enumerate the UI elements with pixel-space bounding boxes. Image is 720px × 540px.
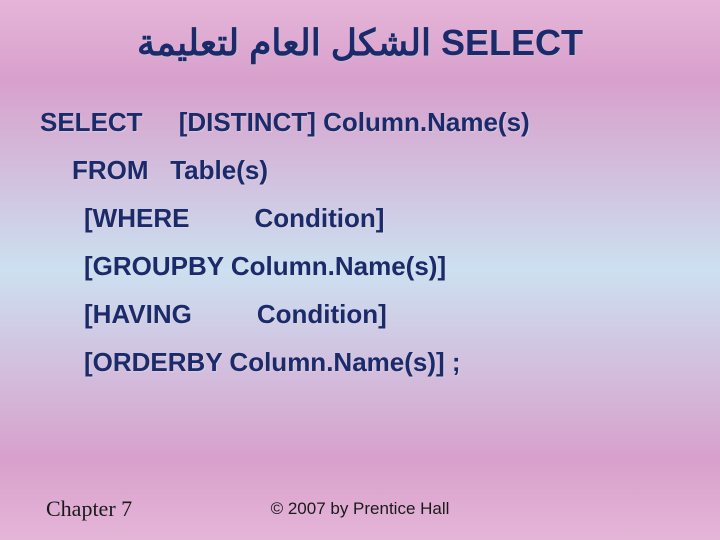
- having-condition: Condition]: [257, 299, 387, 329]
- chapter-label: Chapter 7: [46, 496, 132, 522]
- where-condition: Condition]: [254, 203, 384, 233]
- kw-where: [WHERE: [84, 203, 189, 233]
- title-keyword: SELECT: [441, 22, 583, 63]
- row-select: SELECT [DISTINCT] Column.Name(s): [40, 98, 680, 146]
- footer: Chapter 7 © 2007 by Prentice Hall: [0, 496, 720, 522]
- row-where: [WHERE Condition]: [40, 194, 680, 242]
- kw-having: [HAVING: [84, 299, 192, 329]
- row-orderby: [ORDERBY Column.Name(s)] ;: [40, 338, 680, 386]
- orderby-text: [ORDERBY Column.Name(s)] ;: [84, 347, 461, 377]
- slide-title: الشكل العام لتعليمة SELECT: [0, 0, 720, 64]
- groupby-text: [GROUPBY Column.Name(s)]: [84, 251, 446, 281]
- select-columns: [DISTINCT] Column.Name(s): [179, 98, 530, 146]
- row-having: [HAVING Condition]: [40, 290, 680, 338]
- row-groupby: [GROUPBY Column.Name(s)]: [40, 242, 680, 290]
- copyright-label: © 2007 by Prentice Hall: [271, 499, 450, 519]
- from-tables: Table(s): [170, 155, 268, 185]
- row-from: FROM Table(s): [40, 146, 680, 194]
- kw-from: FROM: [72, 155, 149, 185]
- kw-select: SELECT: [40, 98, 143, 146]
- title-arabic: الشكل العام لتعليمة: [137, 22, 431, 63]
- slide: الشكل العام لتعليمة SELECT SELECT [DISTI…: [0, 0, 720, 540]
- syntax-block: SELECT [DISTINCT] Column.Name(s) FROM Ta…: [0, 64, 720, 387]
